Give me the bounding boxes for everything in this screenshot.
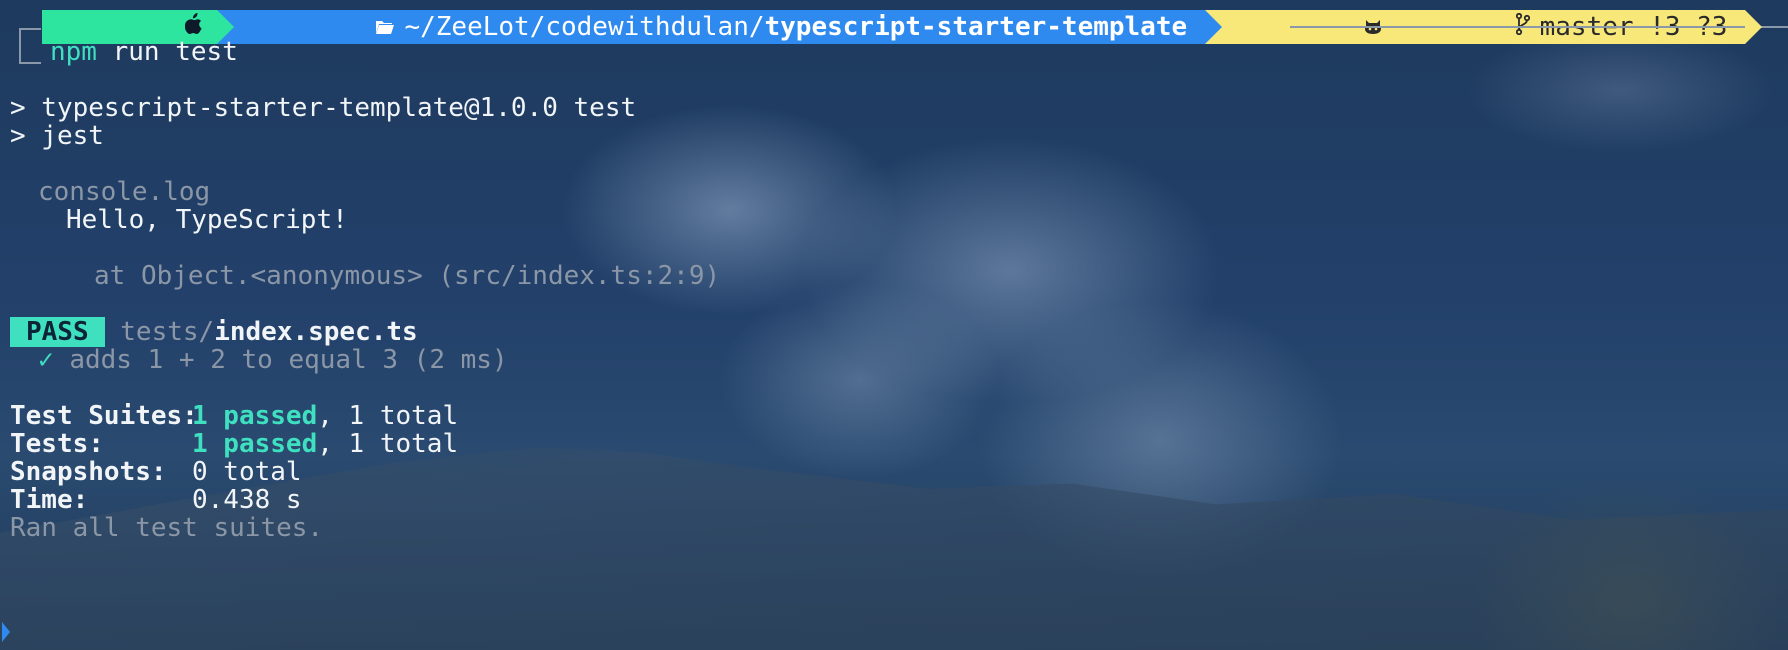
summary-time-value: 0.438 s [192, 485, 302, 515]
command-line: npm run test [50, 36, 238, 68]
test-case-line: ✓ adds 1 + 2 to equal 3 (2 ms) [38, 344, 508, 376]
summary-tests-total: , 1 total [317, 429, 459, 459]
path-current-dir: typescript-starter-template [764, 12, 1188, 42]
prompt-path-segment: ~/ZeeLot/codewithdulan/typescript-starte… [217, 10, 1223, 44]
segment-separator [217, 10, 235, 44]
terminal-window[interactable]: ~/ZeeLot/codewithdulan/typescript-starte… [0, 0, 1788, 650]
summary-suites-passed: 1 passed [192, 401, 318, 431]
summary-suites-total: , 1 total [317, 401, 459, 431]
segment-separator [1745, 10, 1763, 44]
summary-snapshots-value: 0 total [192, 457, 302, 487]
check-icon: ✓ [38, 345, 54, 375]
prompt-rule-line [1290, 26, 1788, 28]
test-file-name: index.spec.ts [214, 317, 418, 347]
github-icon [1239, 0, 1382, 72]
console-message: Hello, TypeScript! [66, 205, 348, 235]
summary-tests-passed: 1 passed [192, 429, 318, 459]
prompt-cursor-icon [2, 622, 10, 642]
script-command-line: > jest [10, 121, 104, 151]
ran-all-message: Ran all test suites. [10, 513, 324, 543]
git-branch-icon [1390, 0, 1530, 72]
test-case-name: adds 1 + 2 to equal 3 (2 ms) [69, 345, 508, 375]
test-dir: tests/ [120, 317, 215, 347]
stack-trace: at Object.<anonymous> (src/index.ts:2:9) [94, 261, 721, 291]
pass-badge: PASS [10, 317, 105, 347]
path-prefix: ~/ZeeLot/codewithdulan/ [404, 12, 765, 42]
folder-icon [251, 0, 395, 72]
command-keyword: npm [50, 37, 97, 67]
segment-separator [1205, 10, 1223, 44]
prompt-frame [19, 28, 41, 64]
